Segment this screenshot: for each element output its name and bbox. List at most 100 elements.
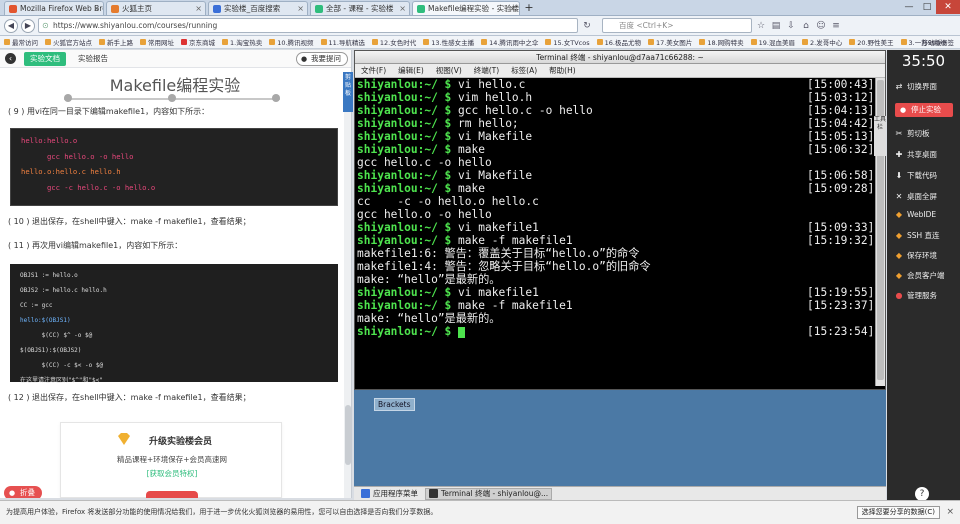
close-icon[interactable]: × xyxy=(946,507,954,517)
close-icon[interactable]: × xyxy=(509,4,516,13)
search-input[interactable]: 百度 <Ctrl+K> xyxy=(602,18,752,33)
terminal-timestamp: [15:05:13] xyxy=(807,130,875,143)
terminal-menubar: 文件(F) 编辑(E) 视图(V) 终端(T) 标签(A) 帮助(H) xyxy=(355,64,885,78)
vip-client-button[interactable]: ◆ 会员客户端 xyxy=(895,270,945,281)
bookmark-item[interactable]: 13.性感女主播 xyxy=(423,37,474,47)
vip-link[interactable]: [获取会员特权] xyxy=(61,468,283,479)
bookmark-icon xyxy=(99,39,105,45)
bookmark-item[interactable]: 京东商城 xyxy=(181,37,215,47)
terminal-timestamp: [15:03:12] xyxy=(807,91,875,104)
item-label: 管理服务 xyxy=(907,291,937,300)
browser-tab[interactable]: 火狐主页 × xyxy=(106,1,206,15)
clipboard-strip[interactable]: 剪贴板 xyxy=(343,72,353,112)
bookmark-item[interactable]: 19.混血美眉 xyxy=(750,37,795,47)
star-icon[interactable]: ☆ xyxy=(755,20,767,32)
fullscreen-button[interactable]: ✕ 桌面全屏 xyxy=(895,191,937,202)
bookmark-item[interactable]: 11.导航精选 xyxy=(320,37,365,47)
home-icon[interactable]: ⌂ xyxy=(800,20,812,32)
bookmark-label: 16.极品尤物 xyxy=(604,39,641,47)
progress-node[interactable] xyxy=(64,94,72,102)
tab-lab-document[interactable]: 实验文档 xyxy=(24,52,66,66)
close-icon[interactable]: × xyxy=(399,4,406,13)
applications-menu[interactable]: 应用程序菜单 xyxy=(358,488,421,500)
bookmark-item[interactable]: 2.发哥中心 xyxy=(802,37,842,47)
switch-icon: ⇄ xyxy=(895,82,903,91)
code-line: $(CC) $^ -o $@ xyxy=(20,332,93,339)
close-icon[interactable]: × xyxy=(195,4,202,13)
choose-share-data-button[interactable]: 选择您要分享的数据(C) xyxy=(856,506,940,519)
browser-tab-active[interactable]: Makefile编程实验 - 实验楼 × xyxy=(412,1,520,15)
menu-file[interactable]: 文件(F) xyxy=(361,64,386,77)
bookmark-item[interactable]: 18.网购特卖 xyxy=(699,37,744,47)
webide-button[interactable]: ◆ WebIDE xyxy=(895,210,936,219)
bookmark-item[interactable]: 14.腾讯雨中之伞 xyxy=(481,37,538,47)
terminal-output[interactable]: shiyanlou:~/ $ vi hello.c [15:00:43] shiya… xyxy=(355,78,875,386)
menu-help[interactable]: 帮助(H) xyxy=(549,64,576,77)
terminal-prompt: shiyanlou:~/ $ xyxy=(357,182,452,195)
doc-scrollbar[interactable] xyxy=(344,105,351,498)
stop-lab-button[interactable]: 停止实验 xyxy=(895,103,953,117)
menu-icon[interactable]: ≡ xyxy=(830,20,842,32)
help-icon[interactable]: ? xyxy=(915,487,929,501)
bookmark-item[interactable]: 20.野性美王 xyxy=(849,37,894,47)
share-desktop-button[interactable]: ✚ 共享桌面 xyxy=(895,149,937,160)
close-icon[interactable]: × xyxy=(297,4,304,13)
bookmark-item[interactable]: 1.淘宝热卖 xyxy=(222,37,262,47)
new-tab-button[interactable]: + xyxy=(522,1,536,15)
switch-view-button[interactable]: ⇄ 切换界面 xyxy=(895,81,937,92)
browser-tab[interactable]: 全部 - 课程 - 实验楼 × xyxy=(310,1,410,15)
close-icon[interactable]: × xyxy=(93,4,100,13)
browser-tab[interactable]: 实验楼_百度搜索 × xyxy=(208,1,308,15)
progress-node[interactable] xyxy=(272,94,280,102)
manage-services-button[interactable]: ● 管理服务 xyxy=(895,290,938,301)
reload-icon[interactable]: ↻ xyxy=(581,20,593,32)
clipboard-button[interactable]: ✂ 剪切板 xyxy=(895,128,930,139)
terminal-prompt: shiyanlou:~/ $ xyxy=(357,325,452,338)
terminal-timestamp: [15:04:42] xyxy=(807,117,875,130)
bookmark-item[interactable]: 最常访问 xyxy=(4,37,38,47)
close-window-button[interactable]: ✕ xyxy=(936,0,960,14)
url-bar[interactable]: https://www.shiyanlou.com/courses/runnin… xyxy=(38,18,578,33)
bookmark-label: 18.网购特卖 xyxy=(707,39,744,47)
forward-button[interactable]: ▶ xyxy=(21,18,35,33)
bookmark-item[interactable]: 火狐官方站点 xyxy=(45,37,92,47)
collapse-button[interactable]: 折叠 xyxy=(4,486,42,498)
mobile-bookmarks[interactable]: 移动版书签 xyxy=(922,37,955,47)
bookmark-item[interactable]: 15.女TVcos xyxy=(545,37,590,47)
bookmarks-icon[interactable]: ▤ xyxy=(770,20,782,32)
terminal-task-label: Terminal 终端 - shiyanlou@... xyxy=(441,489,549,498)
ask-question-button[interactable]: 我要提问 xyxy=(296,52,348,66)
chat-icon[interactable]: ☺ xyxy=(815,20,827,32)
scrollbar-thumb[interactable] xyxy=(345,405,351,465)
taskbar-terminal[interactable]: Terminal 终端 - shiyanlou@... xyxy=(425,487,553,500)
back-arrow-icon[interactable]: ‹ xyxy=(5,53,16,64)
bookmark-item[interactable]: 16.极品尤物 xyxy=(596,37,641,47)
brackets-desktop-icon[interactable]: Brackets xyxy=(374,398,415,411)
bookmark-item[interactable]: 新手上路 xyxy=(99,37,133,47)
menu-edit[interactable]: 编辑(E) xyxy=(398,64,424,77)
bookmark-item[interactable]: 17.美女图片 xyxy=(647,37,692,47)
save-env-button[interactable]: ◆ 保存环境 xyxy=(895,250,937,261)
bookmark-item[interactable]: 常用网址 xyxy=(140,37,174,47)
bookmark-label: 11.导航精选 xyxy=(328,39,365,47)
menu-terminal[interactable]: 终端(T) xyxy=(474,64,499,77)
back-button[interactable]: ◀ xyxy=(4,18,18,33)
baidu-icon xyxy=(213,4,221,13)
maximize-button[interactable]: □ xyxy=(918,0,936,14)
download-code-button[interactable]: ⬇ 下载代码 xyxy=(895,170,937,181)
item-label: 保存环境 xyxy=(907,251,937,260)
terminal-timestamp: [15:09:28] xyxy=(807,182,875,195)
bookmark-item[interactable]: 10.腾讯视频 xyxy=(269,37,314,47)
ssh-button[interactable]: ◆ SSH 直连 xyxy=(895,230,940,241)
minimize-button[interactable]: — xyxy=(900,0,918,14)
vip-action-button[interactable] xyxy=(146,491,198,498)
progress-node[interactable] xyxy=(168,94,176,102)
browser-tab[interactable]: Mozilla Firefox Web Browser× xyxy=(4,1,104,15)
bookmark-item[interactable]: 12.女色时代 xyxy=(371,37,416,47)
download-icon[interactable]: ⇩ xyxy=(785,20,797,32)
menu-tabs[interactable]: 标签(A) xyxy=(511,64,537,77)
toolbar-strip[interactable]: 工具栏 xyxy=(874,116,886,156)
menu-view[interactable]: 视图(V) xyxy=(436,64,462,77)
bookmarks-bar: 最常访问 火狐官方站点 新手上路 常用网址 京东商城 1.淘宝热卖 10.腾讯视… xyxy=(0,36,960,49)
tab-lab-report[interactable]: 实验报告 xyxy=(72,52,114,66)
